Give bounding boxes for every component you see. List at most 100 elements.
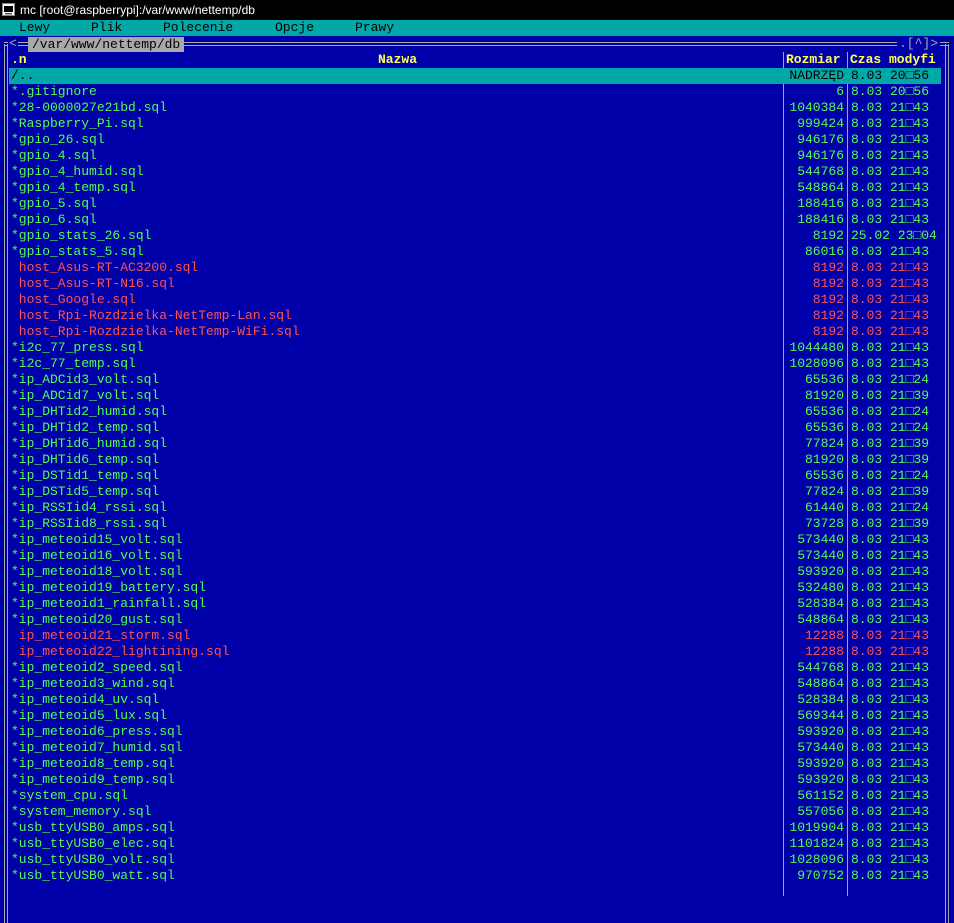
file-row[interactable]: *usb_ttyUSB0_elec.sql 1101824 8.03 21□43 — [9, 836, 941, 852]
file-row[interactable]: host_Rpi-Rozdzielka-NetTemp-Lan.sql 8192 8… — [9, 308, 941, 324]
file-name: *ip_DHTid2_temp.sql — [11, 420, 160, 435]
file-row[interactable]: *28-0000027e21bd.sql 1040384 8.03 21□43 — [9, 100, 941, 116]
window-title: mc [root@raspberrypi]:/var/www/nettemp/d… — [20, 3, 255, 17]
file-row[interactable]: host_Google.sql 8192 8.03 21□43 — [9, 292, 941, 308]
file-row[interactable]: *ip_meteoid1_rainfall.sql 528384 8.03 21□4… — [9, 596, 941, 612]
file-row[interactable]: host_Asus-RT-AC3200.sql 8192 8.03 21□43 — [9, 260, 941, 276]
parent-dir-row[interactable]: /.. NADRZĘD 8.03 20□56 — [9, 68, 941, 84]
file-row[interactable]: *ip_DHTid2_humid.sql 65536 8.03 21□24 — [9, 404, 941, 420]
file-size: 593920 — [797, 772, 844, 787]
file-row[interactable]: *ip_DHTid6_humid.sql 77824 8.03 21□39 — [9, 436, 941, 452]
file-row[interactable]: *ip_meteoid6_press.sql 593920 8.03 21□43 — [9, 724, 941, 740]
file-row[interactable]: *.gitignore 6 8.03 20□56 — [9, 84, 941, 100]
file-row[interactable]: *ip_meteoid20_gust.sql 548864 8.03 21□43 — [9, 612, 941, 628]
current-path[interactable]: /var/www/nettemp/db — [28, 37, 185, 52]
file-size: 544768 — [797, 660, 844, 675]
column-header-size[interactable]: Rozmiar — [786, 52, 841, 68]
menu-file[interactable]: Plik — [91, 20, 122, 36]
file-name: *ip_DSTid5_temp.sql — [11, 484, 160, 499]
terminal-icon — [2, 3, 15, 16]
file-name: *gpio_4_humid.sql — [11, 164, 144, 179]
file-row[interactable]: *ip_meteoid9_temp.sql 593920 8.03 21□43 — [9, 772, 941, 788]
file-row[interactable]: *ip_DSTid1_temp.sql 65536 8.03 21□24 — [9, 468, 941, 484]
file-row[interactable]: ip_meteoid22_lightining.sql 12288 8.03 21□… — [9, 644, 941, 660]
file-mtime: 8.03 21□43 — [851, 324, 930, 339]
file-mtime: 8.03 21□43 — [851, 836, 930, 851]
file-row[interactable]: *i2c_77_temp.sql 1028096 8.03 21□43 — [9, 356, 941, 372]
file-mtime: 8.03 21□24 — [851, 468, 930, 483]
file-row[interactable]: *i2c_77_press.sql 1044480 8.03 21□43 — [9, 340, 941, 356]
history-back-button[interactable]: < — [8, 36, 18, 52]
file-row[interactable]: *ip_ADCid3_volt.sql 65536 8.03 21□24 — [9, 372, 941, 388]
file-mtime: 8.03 21□43 — [851, 308, 930, 323]
file-row[interactable]: *ip_meteoid16_volt.sql 573440 8.03 21□43 — [9, 548, 941, 564]
file-size: 561152 — [797, 788, 844, 803]
file-row[interactable]: *ip_DHTid6_temp.sql 81920 8.03 21□39 — [9, 452, 941, 468]
file-row[interactable]: *gpio_4.sql 946176 8.03 21□43 — [9, 148, 941, 164]
file-name: *ip_meteoid19_battery.sql — [11, 580, 207, 595]
file-row[interactable]: *ip_meteoid8_temp.sql 593920 8.03 21□43 — [9, 756, 941, 772]
column-header-name[interactable]: Nazwa — [378, 52, 417, 68]
file-size: 8192 — [812, 276, 844, 291]
file-row[interactable]: *ip_meteoid2_speed.sql 544768 8.03 21□43 — [9, 660, 941, 676]
file-mtime: 8.03 20□56 — [851, 84, 930, 99]
menu-right[interactable]: Prawy — [355, 20, 394, 36]
file-row[interactable]: host_Asus-RT-N16.sql 8192 8.03 21□43 — [9, 276, 941, 292]
file-row[interactable]: *gpio_4_humid.sql 544768 8.03 21□43 — [9, 164, 941, 180]
file-row[interactable]: *gpio_26.sql 946176 8.03 21□43 — [9, 132, 941, 148]
file-row[interactable]: *ip_DSTid5_temp.sql 77824 8.03 21□39 — [9, 484, 941, 500]
file-size: 1044480 — [789, 340, 844, 355]
file-row[interactable]: *gpio_4_temp.sql 548864 8.03 21□43 — [9, 180, 941, 196]
sort-order-indicator[interactable]: .n — [11, 52, 27, 68]
file-name: *gpio_26.sql — [11, 132, 105, 147]
file-row[interactable]: *ip_meteoid4_uv.sql 528384 8.03 21□43 — [9, 692, 941, 708]
file-mtime: 8.03 21□43 — [851, 548, 930, 563]
file-row[interactable]: *ip_meteoid18_volt.sql 593920 8.03 21□43 — [9, 564, 941, 580]
file-row[interactable]: *ip_DHTid2_temp.sql 65536 8.03 21□24 — [9, 420, 941, 436]
file-size: 999424 — [797, 116, 844, 131]
file-row[interactable]: ip_meteoid21_storm.sql 12288 8.03 21□43 — [9, 628, 941, 644]
column-header-mtime[interactable]: Czas modyfi — [850, 52, 936, 68]
file-name: *ip_ADCid3_volt.sql — [11, 372, 160, 387]
menu-options[interactable]: Opcje — [275, 20, 314, 36]
file-name: *system_memory.sql — [11, 804, 152, 819]
file-mtime: 8.03 21□43 — [851, 292, 930, 307]
menu-left[interactable]: Lewy — [19, 20, 50, 36]
file-name: *Raspberry_Pi.sql — [11, 116, 144, 131]
file-size: 8192 — [812, 308, 844, 323]
file-row[interactable]: *Raspberry_Pi.sql 999424 8.03 21□43 — [9, 116, 941, 132]
file-row[interactable]: *ip_meteoid5_lux.sql 569344 8.03 21□43 — [9, 708, 941, 724]
file-row[interactable]: *usb_ttyUSB0_amps.sql 1019904 8.03 21□43 — [9, 820, 941, 836]
file-name: *ip_meteoid20_gust.sql — [11, 612, 183, 627]
file-row[interactable]: *ip_meteoid19_battery.sql 532480 8.03 21□4… — [9, 580, 941, 596]
file-size: 6 — [836, 84, 844, 99]
file-size: 77824 — [804, 436, 844, 451]
file-list: /.. NADRZĘD 8.03 20□56 *.gitignore 6 8.03 20□… — [9, 68, 941, 884]
file-row[interactable]: *system_cpu.sql 561152 8.03 21□43 — [9, 788, 941, 804]
file-row[interactable]: *usb_ttyUSB0_watt.sql 970752 8.03 21□43 — [9, 868, 941, 884]
file-name: *ip_meteoid6_press.sql — [11, 724, 183, 739]
file-mtime: 8.03 21□43 — [851, 260, 930, 275]
panel-controls[interactable]: .[^]> — [897, 36, 941, 52]
file-row[interactable]: host_Rpi-Rozdzielka-NetTemp-WiFi.sql 8192… — [9, 324, 941, 340]
file-row[interactable]: *ip_meteoid7_humid.sql 573440 8.03 21□43 — [9, 740, 941, 756]
file-row[interactable]: *system_memory.sql 557056 8.03 21□43 — [9, 804, 941, 820]
file-size: 77824 — [804, 484, 844, 499]
file-name: *ip_meteoid4_uv.sql — [11, 692, 160, 707]
file-row[interactable]: *ip_meteoid15_volt.sql 573440 8.03 21□43 — [9, 532, 941, 548]
file-row[interactable]: *ip_ADCid7_volt.sql 81920 8.03 21□39 — [9, 388, 941, 404]
file-row[interactable]: *gpio_5.sql 188416 8.03 21□43 — [9, 196, 941, 212]
menu-command[interactable]: Polecenie — [163, 20, 233, 36]
file-size: 65536 — [804, 372, 844, 387]
file-row[interactable]: *ip_RSSIid4_rssi.sql 61440 8.03 21□24 — [9, 500, 941, 516]
file-size: 573440 — [797, 532, 844, 547]
file-name: *usb_ttyUSB0_elec.sql — [11, 836, 175, 851]
file-size: 65536 — [804, 420, 844, 435]
file-row[interactable]: *ip_RSSIid8_rssi.sql 73728 8.03 21□39 — [9, 516, 941, 532]
file-row[interactable]: *gpio_stats_5.sql 86016 8.03 21□43 — [9, 244, 941, 260]
file-row[interactable]: *ip_meteoid3_wind.sql 548864 8.03 21□43 — [9, 676, 941, 692]
file-row[interactable]: *gpio_6.sql 188416 8.03 21□43 — [9, 212, 941, 228]
file-row[interactable]: *gpio_stats_26.sql 8192 25.02 23□04 — [9, 228, 941, 244]
file-name: *usb_ttyUSB0_volt.sql — [11, 852, 175, 867]
file-row[interactable]: *usb_ttyUSB0_volt.sql 1028096 8.03 21□43 — [9, 852, 941, 868]
